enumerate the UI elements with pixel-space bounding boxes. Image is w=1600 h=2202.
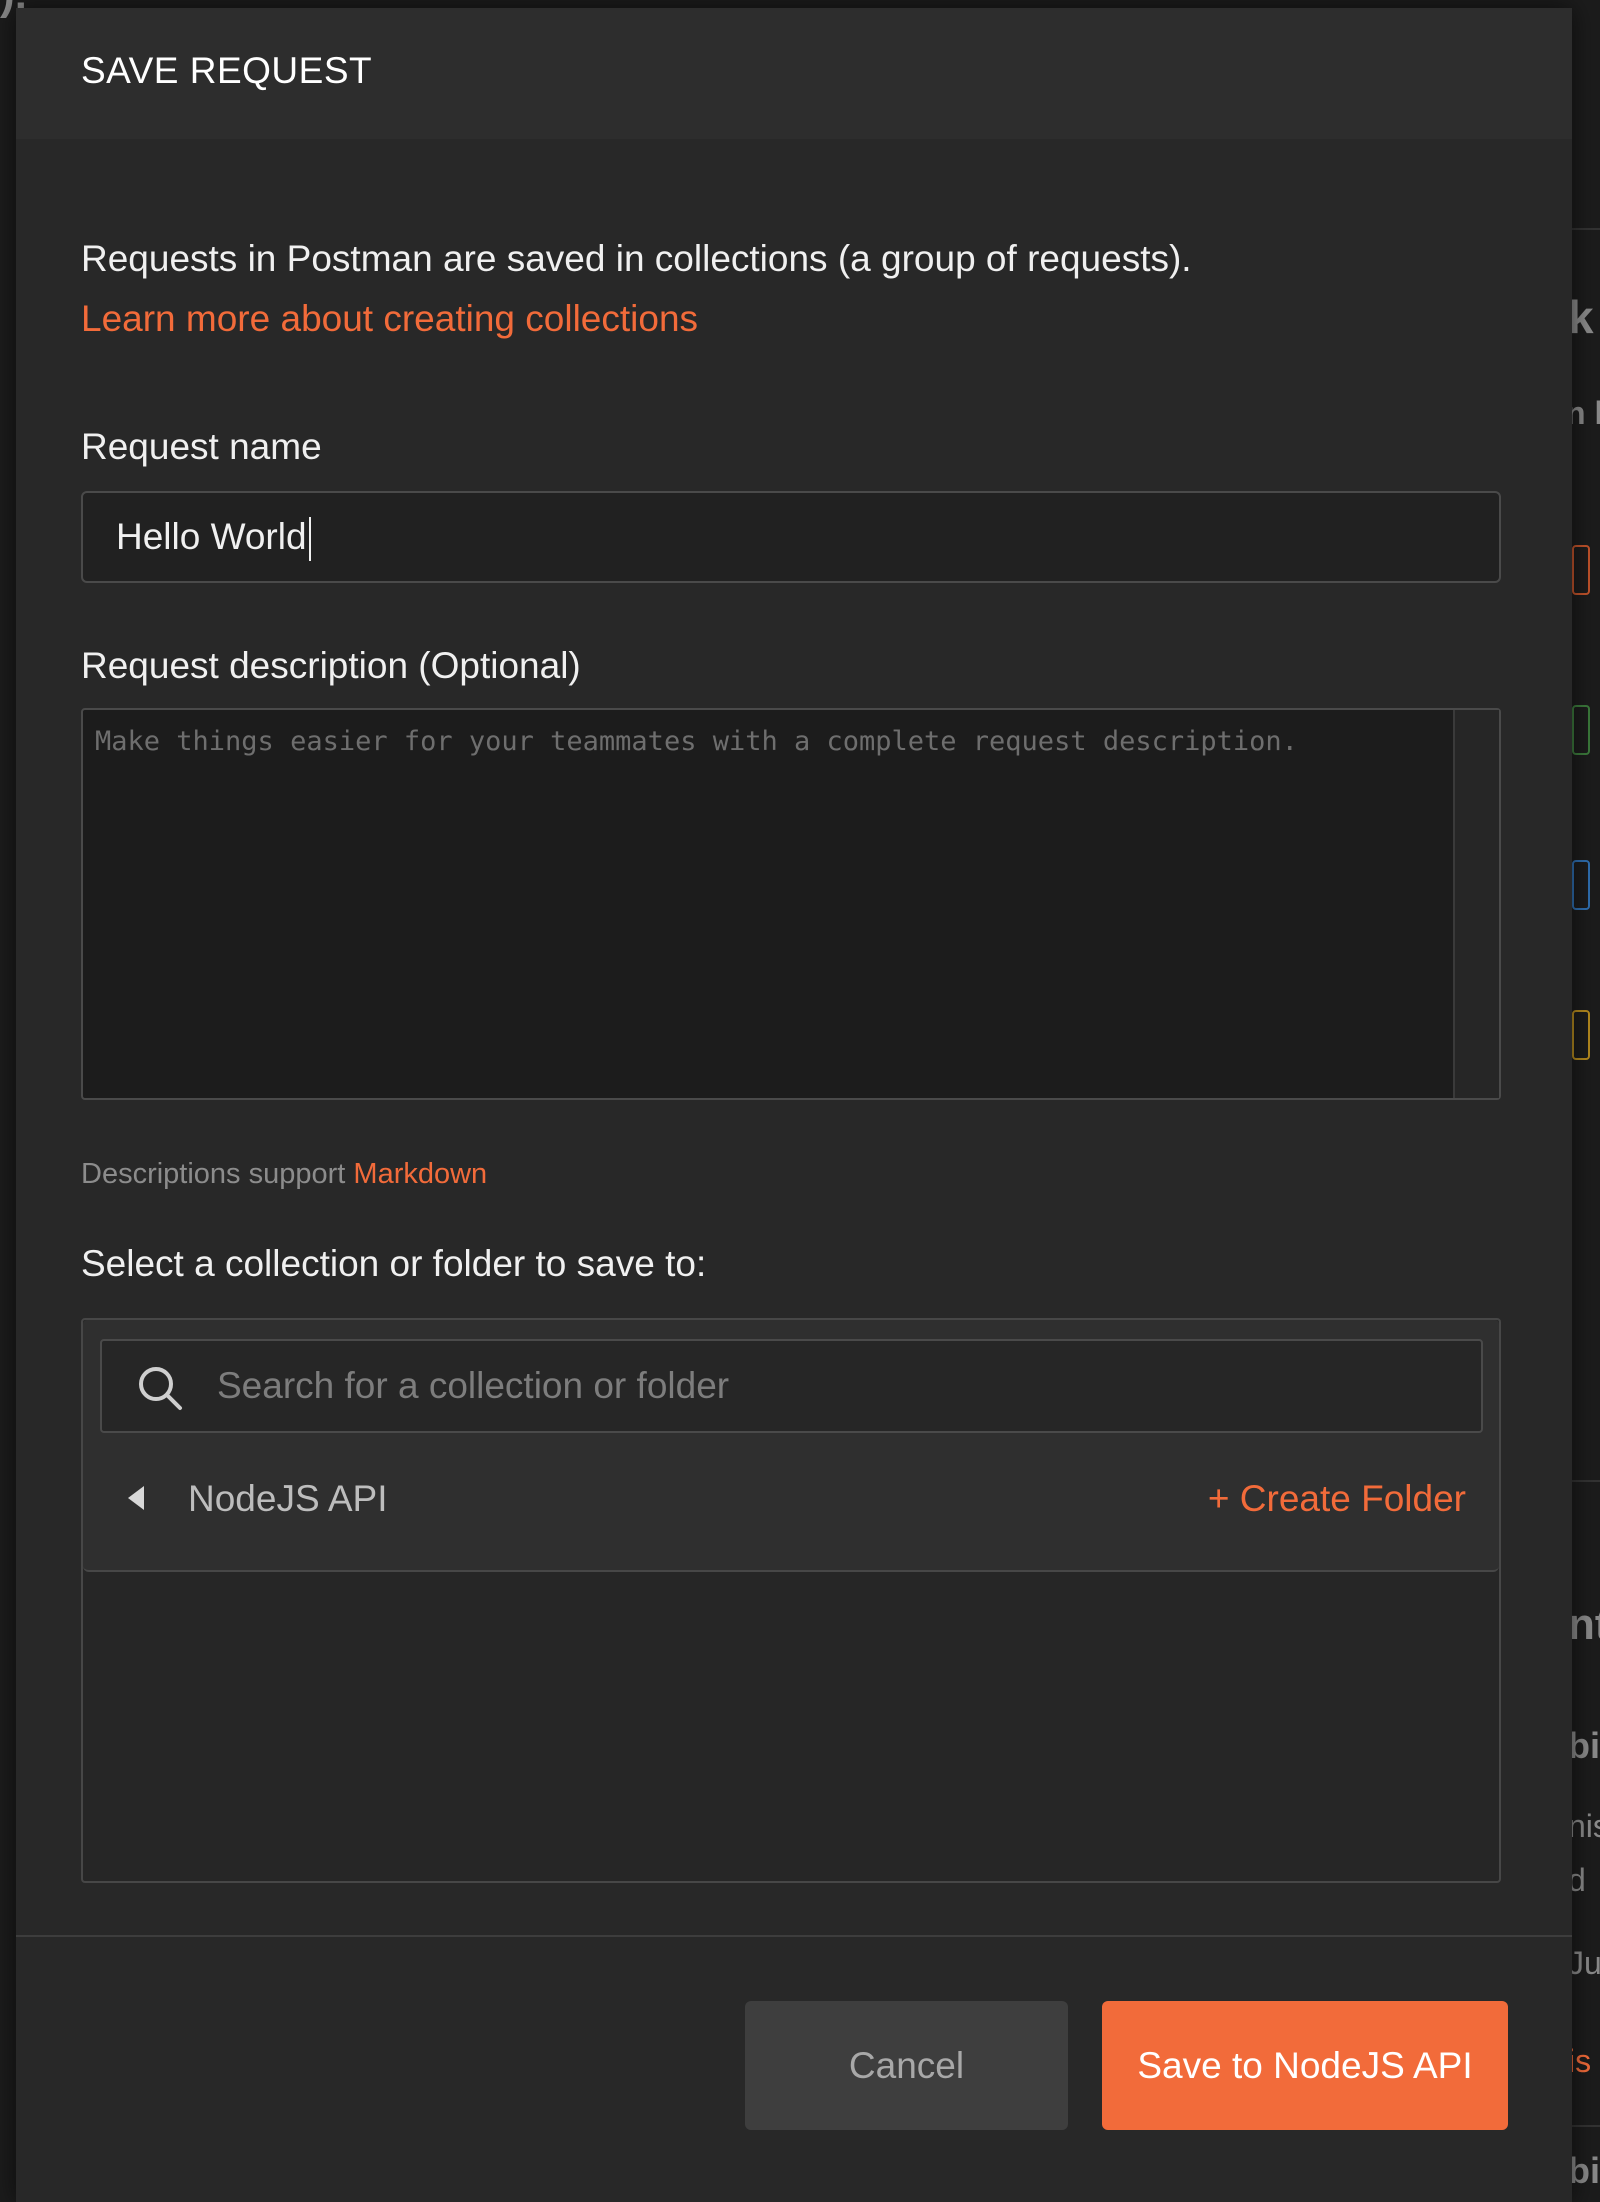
request-name-label: Request name	[81, 426, 322, 467]
save-request-dialog: SAVE REQUEST Requests in Postman are sav…	[16, 8, 1572, 2202]
background-text: Ju	[1568, 1945, 1600, 1981]
request-name-input[interactable]: Hello World	[81, 491, 1501, 583]
select-collection-label: Select a collection or folder to save to…	[81, 1243, 707, 1284]
search-icon	[139, 1367, 182, 1410]
intro-text: Requests in Postman are saved in collect…	[81, 238, 1192, 279]
background-divider	[1572, 1480, 1600, 1482]
background-icon	[1572, 1010, 1590, 1060]
description-scrollbar[interactable]	[1453, 710, 1499, 1098]
create-folder-link[interactable]: + Create Folder	[1208, 1478, 1466, 1520]
background-text: bi	[1568, 2150, 1600, 2191]
save-button[interactable]: Save to NodeJS API	[1102, 2001, 1508, 2130]
background-text: nis	[1568, 1808, 1600, 1844]
dialog-title: SAVE REQUEST	[81, 50, 373, 91]
learn-more-link[interactable]: Learn more about creating collections	[81, 298, 698, 340]
markdown-hint: Descriptions support Markdown	[81, 1158, 487, 1191]
background-divider	[1572, 2125, 1600, 2127]
background-divider	[1572, 228, 1600, 230]
background-icon	[1572, 545, 1590, 595]
description-placeholder: Make things easier for your teammates wi…	[95, 726, 1298, 757]
collection-picker-header: NodeJS API + Create Folder	[83, 1320, 1499, 1572]
background-text: bi	[1568, 1725, 1600, 1766]
cancel-button[interactable]: Cancel	[745, 2001, 1068, 2130]
text-caret	[308, 517, 311, 562]
dialog-header: SAVE REQUEST	[16, 8, 1572, 139]
collection-search-input[interactable]	[217, 1341, 1457, 1431]
footer-divider	[16, 1935, 1572, 1937]
background-icon	[1572, 705, 1590, 755]
background-icon	[1572, 860, 1590, 910]
request-description-label: Request description (Optional)	[81, 645, 581, 686]
markdown-hint-text: Descriptions support	[81, 1158, 354, 1190]
caret-left-icon[interactable]	[128, 1486, 144, 1510]
request-name-value: Hello World	[116, 516, 307, 557]
collection-search-box[interactable]	[100, 1339, 1483, 1433]
markdown-link[interactable]: Markdown	[353, 1158, 487, 1190]
request-description-textarea[interactable]: Make things easier for your teammates wi…	[81, 708, 1501, 1100]
collection-name[interactable]: NodeJS API	[188, 1478, 388, 1520]
collection-picker: NodeJS API + Create Folder	[81, 1318, 1501, 1883]
collection-row[interactable]: NodeJS API + Create Folder	[83, 1448, 1499, 1558]
background-text: nt	[1568, 1600, 1600, 1649]
